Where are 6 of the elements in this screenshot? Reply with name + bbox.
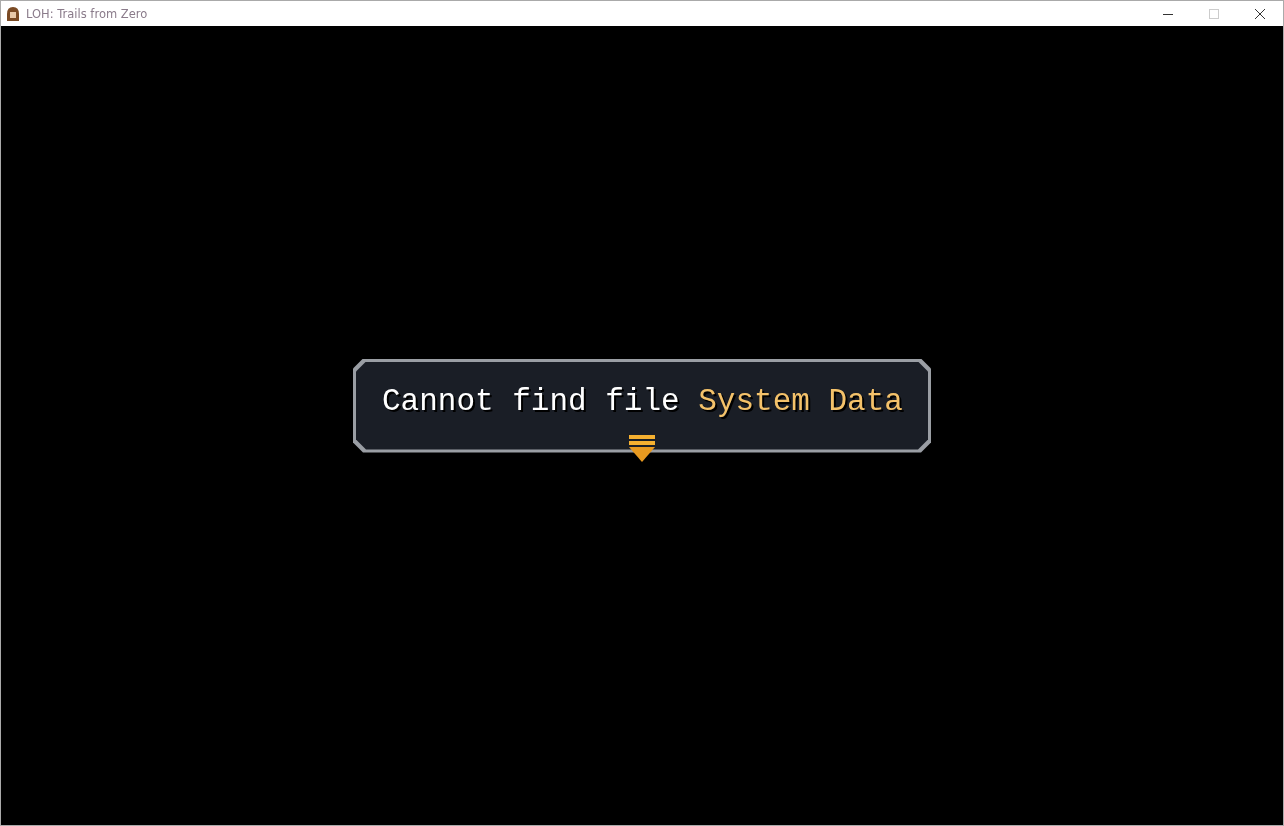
character-icon bbox=[5, 5, 21, 22]
message-text: Cannot find file System Data bbox=[382, 384, 903, 419]
window-title: LOH: Trails from Zero bbox=[26, 6, 148, 21]
close-icon bbox=[1255, 8, 1265, 19]
maximize-icon bbox=[1209, 8, 1219, 19]
continue-arrow-icon bbox=[627, 434, 657, 463]
